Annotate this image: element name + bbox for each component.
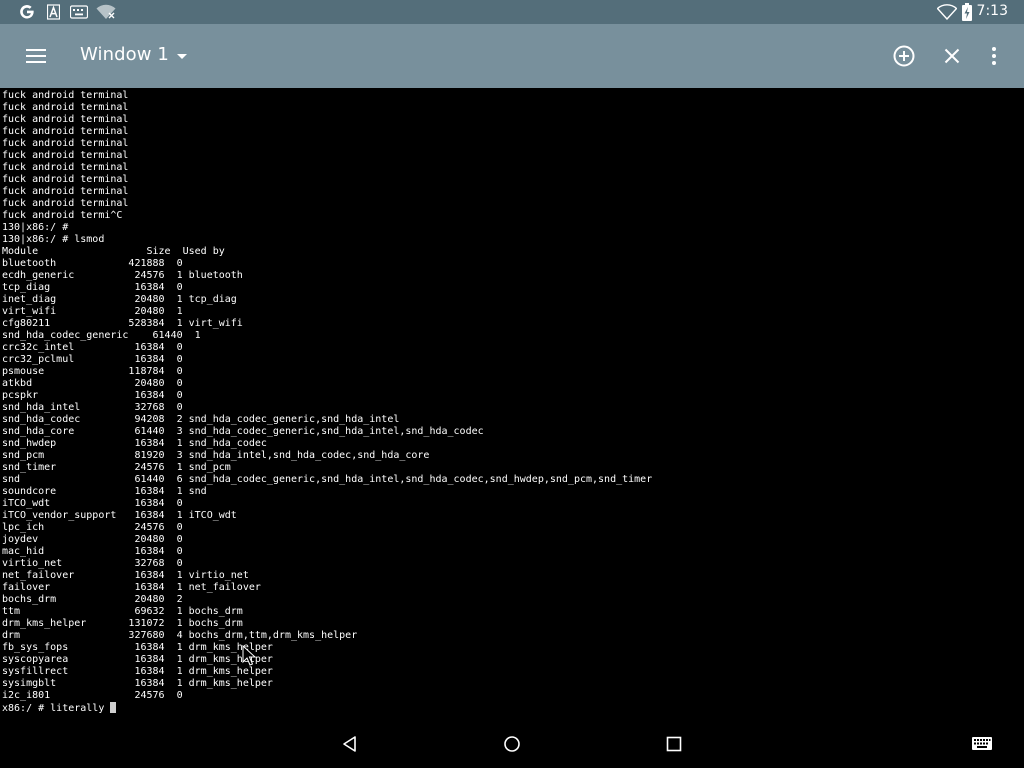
terminal-line: snd_hda_core 61440 3 snd_hda_codec_gener… [2, 426, 484, 437]
wifi-icon [937, 4, 957, 20]
terminal-output: fuck android terminal fuck android termi… [2, 90, 652, 715]
terminal-line: snd_hda_intel 32768 0 [2, 402, 183, 413]
text-cursor [110, 702, 117, 713]
terminal-line: snd_hda_codec 94208 2 snd_hda_codec_gene… [2, 414, 400, 425]
terminal-line: bluetooth 421888 0 [2, 258, 183, 269]
add-window-icon[interactable] [884, 36, 924, 76]
terminal-line: fuck android terminal [2, 90, 129, 101]
keyboard-icon[interactable] [970, 732, 994, 756]
terminal-line: snd_hwdep 16384 1 snd_hda_codec [2, 438, 267, 449]
terminal-line: pcspkr 16384 0 [2, 390, 183, 401]
terminal-line: virt_wifi 20480 1 [2, 306, 183, 317]
mouse-pointer-icon [242, 645, 257, 666]
terminal-line: iTCO_vendor_support 16384 1 iTCO_wdt [2, 510, 237, 521]
terminal-line: ecdh_generic 24576 1 bluetooth [2, 270, 243, 281]
home-icon[interactable] [500, 732, 524, 756]
terminal-line: 130|x86:/ # lsmod [2, 234, 105, 245]
terminal-line: drm 327680 4 bochs_drm,ttm,drm_kms_helpe… [2, 630, 358, 641]
close-icon[interactable] [932, 36, 972, 76]
hamburger-menu-icon[interactable] [16, 36, 56, 76]
terminal-line: crc32c_intel 16384 0 [2, 342, 183, 353]
terminal-line: fuck android terminal [2, 162, 129, 173]
terminal-view[interactable]: fuck android terminal fuck android termi… [0, 88, 1024, 720]
terminal-line: sysimgblt 16384 1 drm_kms_helper [2, 678, 273, 689]
terminal-line: fuck android terminal [2, 114, 129, 125]
terminal-line: failover 16384 1 net_failover [2, 582, 261, 593]
terminal-line: tcp_diag 16384 0 [2, 282, 183, 293]
recents-icon[interactable] [662, 732, 686, 756]
terminal-line: net_failover 16384 1 virtio_net [2, 570, 249, 581]
keyboard-notification-icon [70, 5, 88, 19]
battery-charging-icon [962, 3, 972, 21]
terminal-line: fuck android terminal [2, 186, 129, 197]
terminal-line: fuck android terminal [2, 174, 129, 185]
terminal-line: atkbd 20480 0 [2, 378, 183, 389]
wifi-off-icon [96, 4, 116, 19]
terminal-line: fuck android termi^C [2, 210, 123, 221]
terminal-line: inet_diag 20480 1 tcp_diag [2, 294, 237, 305]
back-icon[interactable] [338, 732, 362, 756]
terminal-line: snd_pcm 81920 3 snd_hda_intel,snd_hda_co… [2, 450, 430, 461]
terminal-line: crc32_pclmul 16384 0 [2, 354, 183, 365]
google-icon [20, 5, 34, 19]
terminal-line: fb_sys_fops 16384 1 drm_kms_helper [2, 642, 273, 653]
terminal-line: joydev 20480 0 [2, 534, 183, 545]
terminal-line: ttm 69632 1 bochs_drm [2, 606, 243, 617]
terminal-line: cfg80211 528384 1 virt_wifi [2, 318, 243, 329]
terminal-lines: fuck android terminal fuck android termi… [2, 90, 652, 701]
terminal-line: iTCO_wdt 16384 0 [2, 498, 183, 509]
terminal-line: snd_hda_codec_generic 61440 1 [2, 330, 201, 341]
terminal-line: drm_kms_helper 131072 1 bochs_drm [2, 618, 243, 629]
terminal-line: fuck android terminal [2, 198, 129, 209]
terminal-line: mac_hid 16384 0 [2, 546, 183, 557]
window-title[interactable]: Window 1 [80, 44, 169, 65]
dropdown-arrow-icon[interactable] [172, 44, 192, 68]
app-bar: Window 1 [0, 24, 1024, 88]
clock-time: 7:13 [976, 3, 1008, 19]
font-a-icon [47, 4, 60, 20]
terminal-line: psmouse 118784 0 [2, 366, 183, 377]
terminal-line: Module Size Used by [2, 246, 225, 257]
terminal-line: fuck android terminal [2, 102, 129, 113]
terminal-line: i2c_i801 24576 0 [2, 690, 183, 701]
terminal-line: sysfillrect 16384 1 drm_kms_helper [2, 666, 273, 677]
terminal-line: 130|x86:/ # [2, 222, 69, 233]
terminal-line: fuck android terminal [2, 150, 129, 161]
terminal-line: fuck android terminal [2, 138, 129, 149]
terminal-line: snd_timer 24576 1 snd_pcm [2, 462, 231, 473]
terminal-line: snd 61440 6 snd_hda_codec_generic,snd_hd… [2, 474, 653, 485]
terminal-prompt: x86:/ # literally [2, 703, 111, 714]
navigation-bar [0, 720, 1024, 768]
terminal-line: lpc_ich 24576 0 [2, 522, 183, 533]
terminal-line: fuck android terminal [2, 126, 129, 137]
terminal-line: syscopyarea 16384 1 drm_kms_helper [2, 654, 273, 665]
terminal-line: soundcore 16384 1 snd [2, 486, 207, 497]
terminal-line: bochs_drm 20480 2 [2, 594, 183, 605]
status-bar: 7:13 [0, 0, 1024, 24]
terminal-line: virtio_net 32768 0 [2, 558, 183, 569]
overflow-menu-icon[interactable] [974, 36, 1014, 76]
